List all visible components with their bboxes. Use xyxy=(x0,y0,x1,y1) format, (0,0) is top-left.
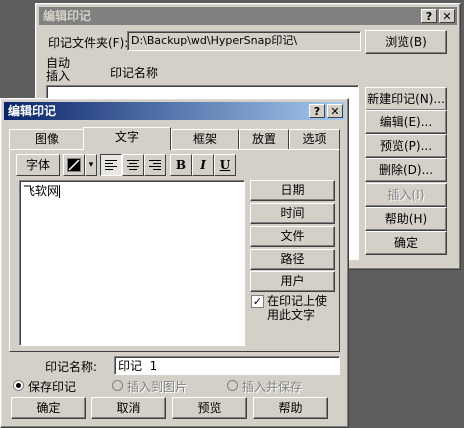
insert-file-button[interactable]: 文件 xyxy=(250,226,335,247)
insert-date-button[interactable]: 日期 xyxy=(250,180,335,201)
insert-and-save-label[interactable]: 插入并保存 xyxy=(242,378,302,395)
preview-button[interactable]: 预览 xyxy=(172,397,247,419)
back-dialog-titlebar[interactable]: 编辑印记 ? ✕ xyxy=(39,7,457,25)
cancel-button[interactable]: 取消 xyxy=(91,397,166,419)
insert-to-image-radio[interactable] xyxy=(112,380,123,391)
radio-selected-dot xyxy=(16,383,21,388)
stamp-text-area[interactable]: 飞软网 xyxy=(19,180,245,346)
ok-button[interactable]: 确定 xyxy=(365,231,447,255)
tab-placement[interactable]: 放置 xyxy=(239,129,289,149)
align-center-button[interactable] xyxy=(122,154,144,176)
underline-button[interactable]: U xyxy=(214,154,236,176)
front-dialog: 编辑印记 ? ✕ 图像 文字 框架 放置 选项 字体 ▾ B I U 飞软网 日… xyxy=(0,98,349,428)
folder-label: 印记文件夹(F): xyxy=(48,36,129,50)
font-button[interactable]: 字体 xyxy=(16,154,60,176)
stamp-text-checkbox-label[interactable]: 在印记上使 用此文字 xyxy=(267,294,327,322)
tab-options[interactable]: 选项 xyxy=(289,129,340,149)
italic-button[interactable]: I xyxy=(192,154,214,176)
align-left-button[interactable] xyxy=(100,154,122,176)
help-button[interactable]: ? xyxy=(421,9,437,23)
new-stamp-button[interactable]: 新建印记(N)... xyxy=(365,87,447,111)
color-dropdown-button[interactable]: ▾ xyxy=(85,154,97,176)
insert-to-image-label[interactable]: 插入到图片 xyxy=(127,378,187,395)
text-color-button[interactable] xyxy=(63,154,85,176)
browse-button[interactable]: 浏览(B) xyxy=(365,30,447,54)
text-cursor xyxy=(59,185,61,198)
tab-strip: 图像 文字 框架 放置 选项 xyxy=(9,127,340,150)
tab-frame[interactable]: 框架 xyxy=(171,129,239,149)
insert-path-button[interactable]: 路径 xyxy=(250,249,335,270)
align-right-button[interactable] xyxy=(144,154,166,176)
tab-text[interactable]: 文字 xyxy=(83,127,171,150)
close-button[interactable]: ✕ xyxy=(327,104,343,118)
stamp-text-content: 飞软网 xyxy=(23,184,60,198)
edit-button[interactable]: 编辑(E)... xyxy=(365,110,447,134)
stamp-name-input[interactable]: 印记 1 xyxy=(114,356,340,375)
color-swatch-icon xyxy=(67,158,81,172)
bold-button[interactable]: B xyxy=(170,154,192,176)
name-column-header: 印记名称 xyxy=(110,66,159,80)
help-button[interactable]: ? xyxy=(309,104,325,118)
folder-path-field[interactable]: D:\Backup\wd\HyperSnap印记\ xyxy=(127,31,361,51)
stamp-name-label: 印记名称: xyxy=(45,360,98,374)
stamp-text-checkbox[interactable]: ✓ xyxy=(251,295,264,308)
format-toolbar: 字体 ▾ B I U xyxy=(16,154,256,176)
help-button[interactable]: 帮助 xyxy=(253,397,328,419)
align-right-icon xyxy=(149,160,161,170)
align-left-icon xyxy=(105,160,117,170)
auto-insert-column-header: 自动 插入 xyxy=(46,56,71,83)
insert-and-save-radio[interactable] xyxy=(227,380,238,391)
insert-button[interactable]: 插入(I) xyxy=(365,183,447,207)
tab-image[interactable]: 图像 xyxy=(9,129,85,149)
preview-button[interactable]: 预览(P)... xyxy=(365,134,447,158)
save-stamp-label[interactable]: 保存印记 xyxy=(28,378,76,395)
align-center-icon xyxy=(127,160,139,170)
save-stamp-radio[interactable] xyxy=(13,380,24,391)
back-dialog-title: 编辑印记 xyxy=(43,9,92,23)
insert-user-button[interactable]: 用户 xyxy=(250,271,335,292)
delete-button[interactable]: 删除(D)... xyxy=(365,158,447,182)
text-tab-panel: 字体 ▾ B I U 飞软网 日期 时间 文件 路径 用户 ✓ 在印记上使 用此… xyxy=(9,149,340,352)
front-dialog-titlebar[interactable]: 编辑印记 ? ✕ xyxy=(4,102,345,120)
close-button[interactable]: ✕ xyxy=(439,9,455,23)
ok-button[interactable]: 确定 xyxy=(11,397,86,419)
insert-time-button[interactable]: 时间 xyxy=(250,203,335,224)
front-dialog-title: 编辑印记 xyxy=(8,104,57,118)
help-text-button[interactable]: 帮助(H) xyxy=(365,207,447,231)
